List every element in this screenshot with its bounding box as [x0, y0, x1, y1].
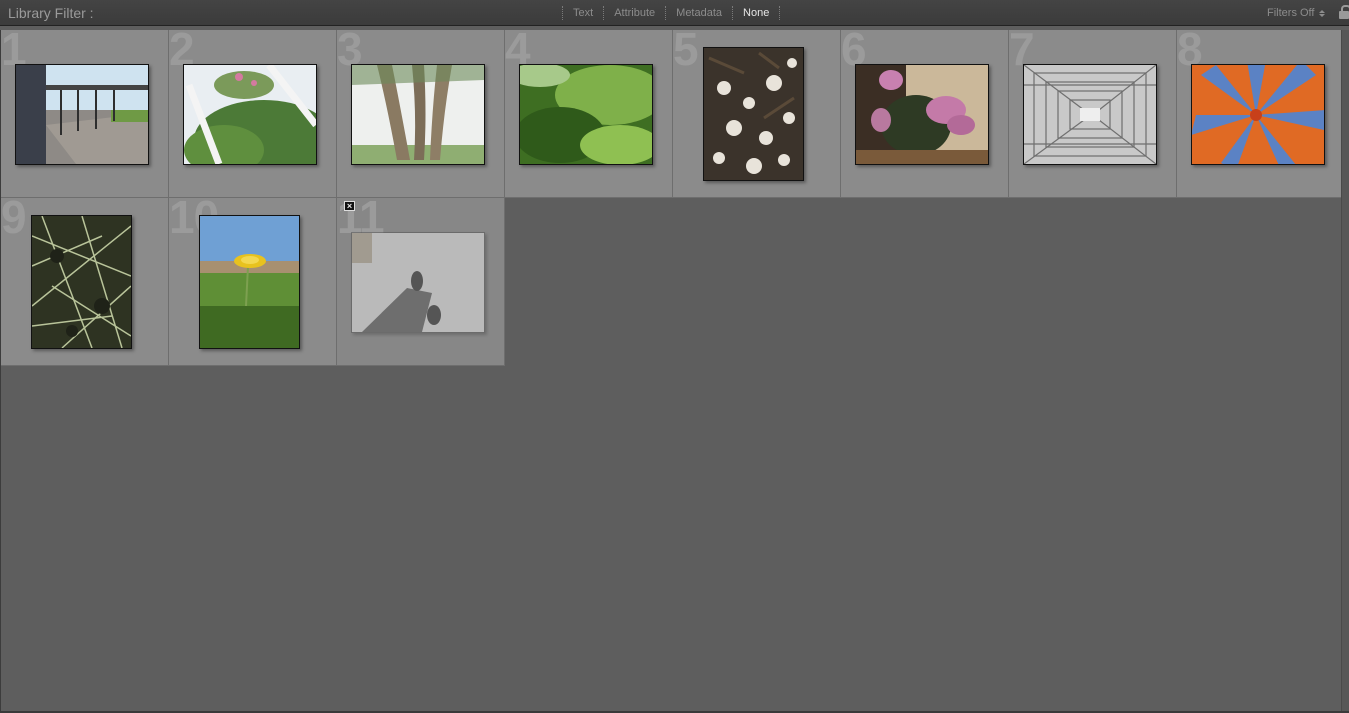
grid-cell[interactable]: 4 [505, 26, 673, 198]
grid-cell-rejected[interactable]: 11 × [337, 194, 505, 366]
photo-thumbnail[interactable] [1191, 64, 1325, 165]
divider [779, 6, 781, 20]
divider [603, 6, 605, 20]
grid-cell[interactable]: 5 [673, 26, 841, 198]
cell-index: 5 [673, 23, 699, 75]
filter-presets-dropdown[interactable]: Filters Off [1267, 7, 1326, 19]
filter-tab-attribute[interactable]: Attribute [614, 6, 655, 20]
divider [562, 6, 563, 20]
reject-flag-icon[interactable]: × [344, 201, 355, 211]
filter-presets-label: Filters Off [1267, 7, 1315, 19]
updown-arrows-icon [1319, 9, 1326, 17]
filter-mode-tabs: Text Attribute Metadata None [552, 6, 790, 20]
grid-cell[interactable]: 6 [841, 26, 1009, 198]
library-filter-title: Library Filter : [8, 5, 94, 21]
photo-thumbnail[interactable] [183, 64, 317, 165]
grid-cell[interactable]: 3 [337, 26, 505, 198]
photo-thumbnail[interactable] [519, 64, 653, 165]
cell-index: 9 [1, 191, 27, 243]
photo-thumbnail[interactable] [199, 215, 300, 349]
grid-cell[interactable]: 1 [1, 26, 169, 198]
photo-thumbnail[interactable] [855, 64, 989, 165]
grid-cell[interactable]: 2 [169, 26, 337, 198]
grid-cell[interactable]: 10 [169, 194, 337, 366]
photo-thumbnail[interactable] [15, 64, 149, 165]
photo-thumbnail[interactable] [31, 215, 132, 349]
divider [665, 6, 667, 20]
filter-tab-text[interactable]: Text [573, 6, 593, 20]
grid-cell[interactable]: 8 [1177, 26, 1345, 198]
scrollbar-track[interactable] [1341, 30, 1349, 713]
photo-thumbnail[interactable] [351, 232, 485, 333]
filter-tab-metadata[interactable]: Metadata [676, 6, 722, 20]
thumbnail-grid: 1 2 3 4 5 6 7 8 9 10 11 × [0, 26, 1345, 713]
grid-cell[interactable]: 7 [1009, 26, 1177, 198]
filter-tab-none[interactable]: None [743, 6, 769, 20]
grid-cell[interactable]: 9 [1, 194, 169, 366]
photo-thumbnail[interactable] [351, 64, 485, 165]
photo-thumbnail[interactable] [703, 47, 804, 181]
lock-icon[interactable] [1339, 5, 1349, 19]
divider [732, 6, 734, 20]
photo-thumbnail[interactable] [1023, 64, 1157, 165]
